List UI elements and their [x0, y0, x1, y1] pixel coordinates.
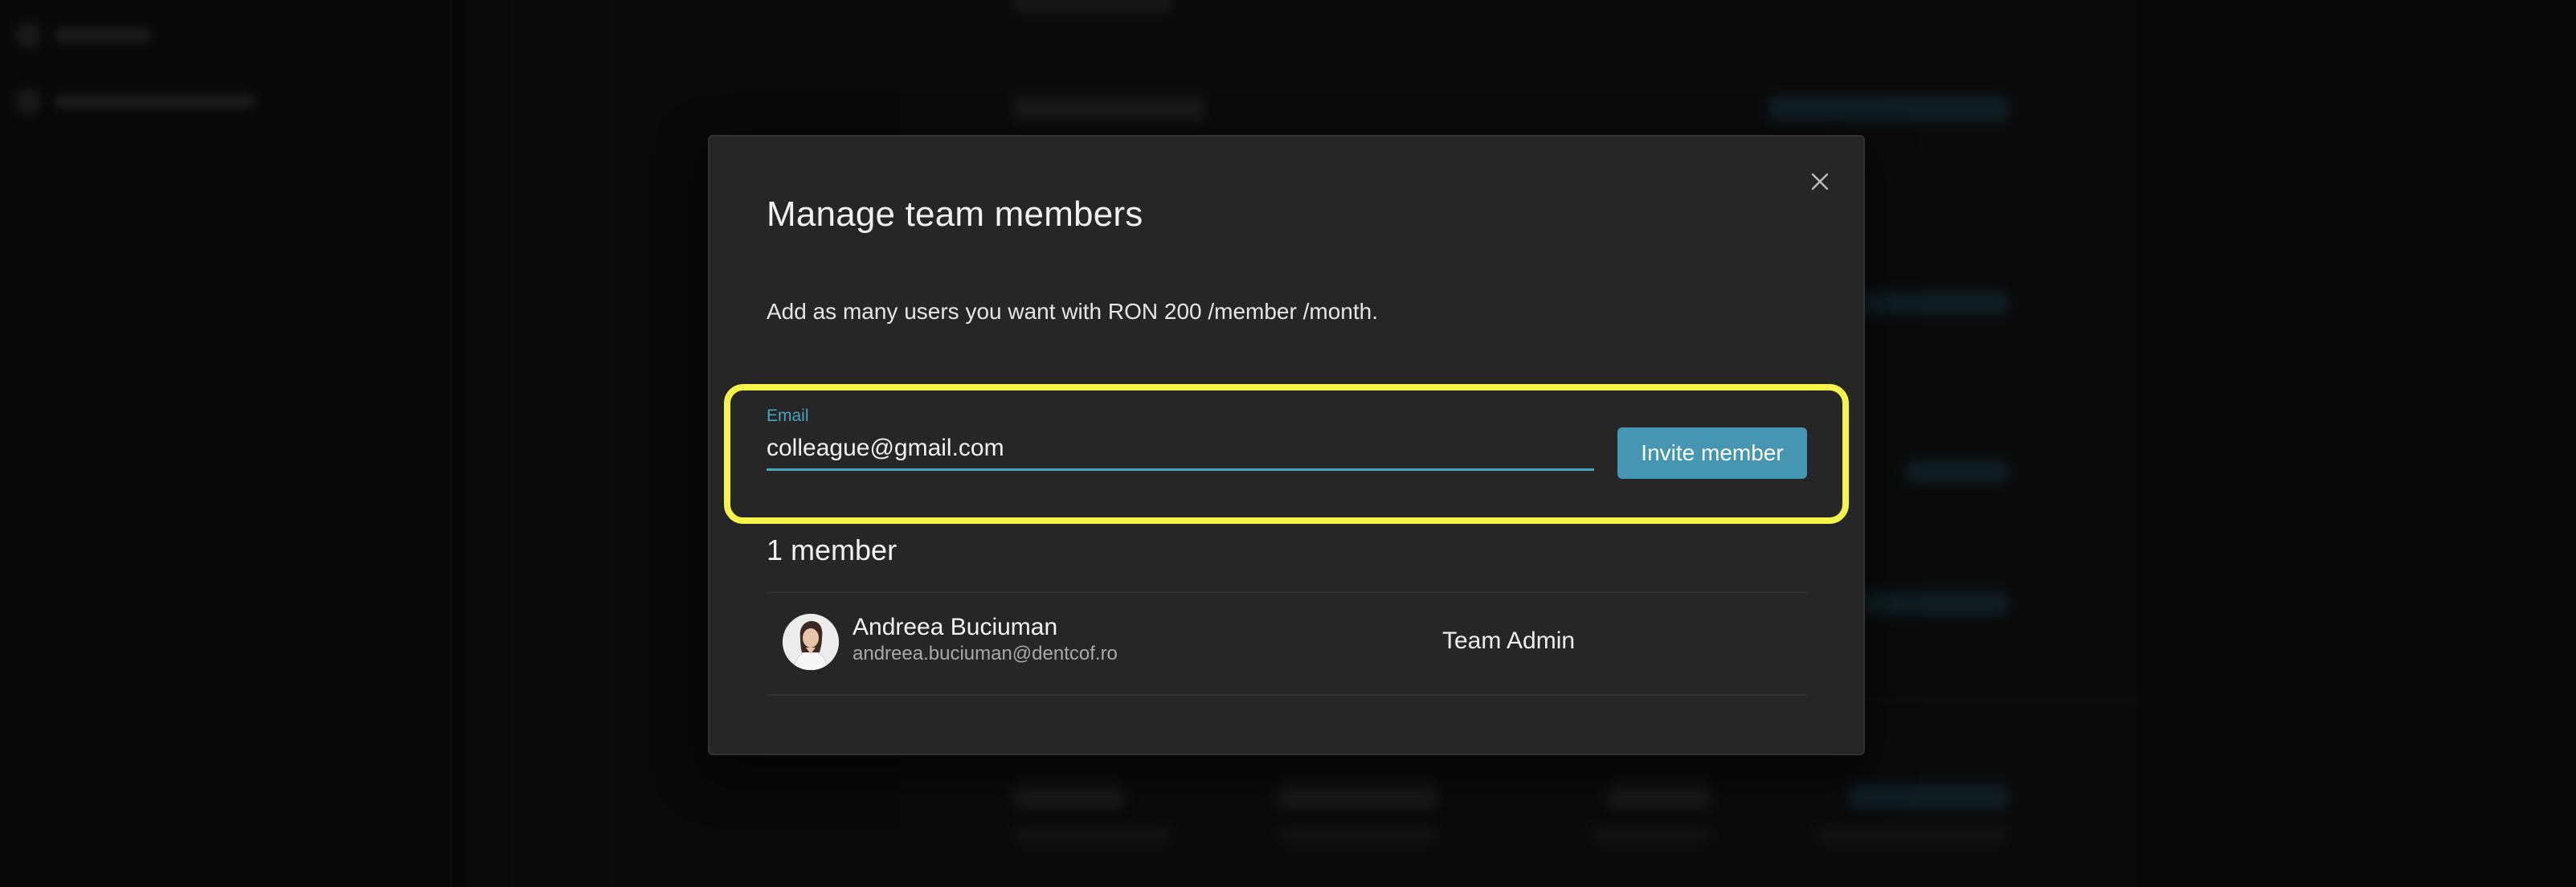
member-role: Team Admin [1442, 627, 1576, 654]
close-icon [1811, 173, 1829, 190]
email-field[interactable] [767, 427, 1594, 471]
modal-description: Add as many users you want with RON 200 … [767, 299, 1378, 324]
invite-member-button[interactable]: Invite member [1617, 427, 1807, 479]
member-email: andreea.buciuman@dentcof.ro [853, 643, 1118, 664]
manage-team-modal: Manage team members Add as many users yo… [708, 135, 1865, 755]
app-screen: Manage team members Add as many users yo… [0, 0, 2576, 887]
avatar-photo [783, 614, 839, 670]
email-field-label: Email [767, 407, 809, 425]
member-name: Andreea Buciuman [853, 614, 1058, 640]
avatar [783, 614, 839, 670]
member-list-divider-bottom [767, 694, 1808, 696]
close-button[interactable] [1804, 166, 1836, 198]
member-list-item: Andreea Buciuman andreea.buciuman@dentco… [767, 593, 1808, 694]
member-count-heading: 1 member [767, 533, 898, 566]
modal-title: Manage team members [767, 194, 1143, 234]
